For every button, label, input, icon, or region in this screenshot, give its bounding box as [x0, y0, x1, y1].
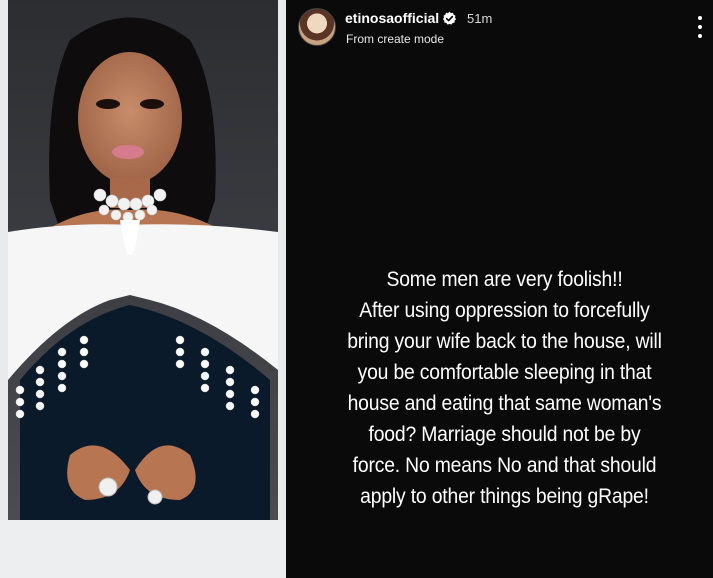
post-time: 51m [467, 11, 493, 26]
story-line: apply to other things being gRape! [360, 484, 649, 508]
story-line: bring your wife back to the house, will [347, 329, 662, 353]
story-line: house and eating that same woman's [347, 391, 662, 415]
verified-badge-icon [442, 11, 457, 25]
story-line: After using oppression to forcefully [359, 298, 650, 322]
story-panel: etinosaofficial 51m From create mode Som… [286, 0, 713, 578]
profile-photo [0, 0, 286, 578]
username[interactable]: etinosaofficial [345, 10, 439, 26]
story-line: Some men are very foolish!! [386, 267, 623, 291]
story-line: food? Marriage should not be by [368, 422, 641, 446]
story-line: force. No means No and that should [352, 453, 657, 477]
story-header: etinosaofficial 51m From create mode [298, 8, 703, 48]
avatar[interactable] [298, 8, 336, 46]
story-text: Some men are very foolish!! After using … [324, 264, 685, 512]
woman-portrait-image [0, 0, 286, 578]
story-subtitle: From create mode [346, 32, 445, 46]
more-options-icon[interactable] [697, 16, 703, 38]
story-line: you be comfortable sleeping in that [357, 360, 652, 384]
